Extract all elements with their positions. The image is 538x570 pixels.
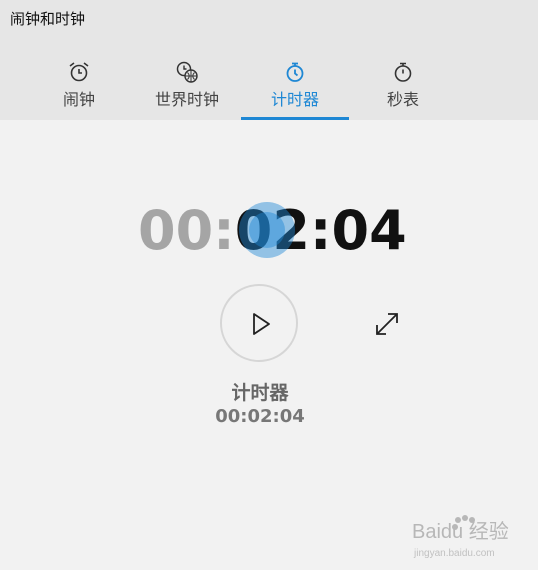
timer-seconds[interactable]: 04: [332, 199, 407, 262]
tab-bar: 闹钟 世界时钟 计时器 秒表: [0, 56, 538, 120]
world-clock-icon: [176, 61, 198, 83]
timer-name-label: 计时器: [231, 382, 289, 404]
title-bar: 闹钟和时钟 闹钟 世界时钟 计时器 秒表: [0, 0, 538, 120]
touch-indicator-core: [249, 212, 285, 248]
tab-world-clock[interactable]: 世界时钟: [146, 56, 228, 120]
expand-button[interactable]: [372, 309, 402, 339]
tab-alarm[interactable]: 闹钟: [48, 56, 110, 120]
active-tab-indicator: [241, 117, 349, 120]
baidu-paw-logo-icon: Baidu 经验 jingyan.baidu.com: [412, 515, 509, 559]
baidu-watermark: Baidu 经验 jingyan.baidu.com: [410, 512, 530, 562]
app-title: 闹钟和时钟: [10, 10, 86, 28]
watermark-text: Baidu 经验: [412, 520, 509, 543]
timer-hours[interactable]: 00: [138, 199, 213, 262]
tab-timer[interactable]: 计时器: [262, 56, 328, 120]
tab-alarm-label: 闹钟: [62, 90, 95, 109]
timer-icon: [286, 62, 304, 82]
watermark-url: jingyan.baidu.com: [413, 548, 495, 559]
stopwatch-icon: [394, 62, 412, 82]
tab-stopwatch[interactable]: 秒表: [380, 56, 426, 120]
tab-world-clock-label: 世界时钟: [154, 90, 219, 109]
tab-stopwatch-label: 秒表: [386, 90, 419, 109]
start-button[interactable]: [220, 284, 298, 362]
tab-timer-label: 计时器: [270, 90, 319, 109]
alarm-clock-icon: [69, 62, 89, 82]
expand-icon: [376, 313, 398, 335]
play-icon: [253, 313, 270, 335]
timer-separator: :: [213, 199, 235, 262]
timer-separator: :: [309, 199, 332, 262]
timer-time-label: 00:02:04: [215, 406, 305, 427]
